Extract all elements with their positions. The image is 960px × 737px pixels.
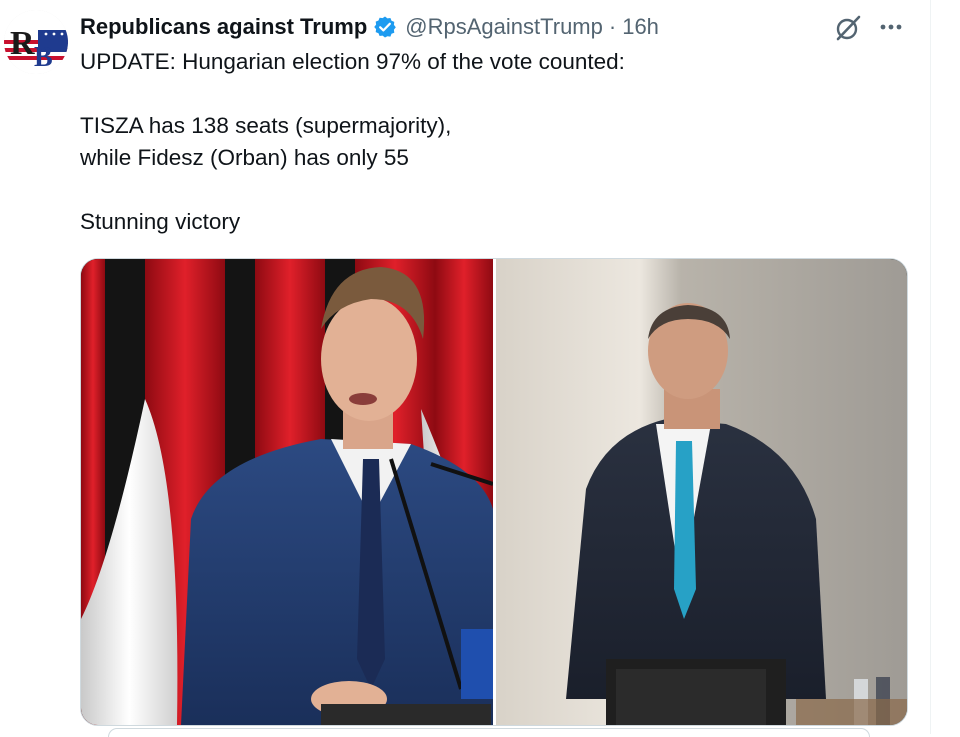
separator-dot: · [608, 14, 617, 39]
timeline-column-border [930, 0, 931, 734]
svg-text:B: B [34, 42, 53, 73]
svg-text:R: R [10, 25, 35, 62]
grok-icon[interactable] [834, 14, 862, 42]
verified-badge-icon[interactable] [373, 15, 397, 39]
post-text-line: while Fidesz (Orban) has only 55 [80, 145, 409, 170]
post-header: Republicans against Trump @RpsAgainstTru… [80, 12, 659, 42]
post-media[interactable] [80, 258, 908, 726]
post-timestamp[interactable]: 16h [622, 14, 659, 40]
avatar-logo: R B [4, 10, 68, 74]
avatar[interactable]: R B [4, 10, 68, 74]
post-text-line: UPDATE: Hungarian election 97% of the vo… [80, 49, 625, 74]
media-photo-left[interactable] [81, 259, 494, 725]
author-handle[interactable]: @RpsAgainstTrump [405, 14, 603, 40]
post-text-line: TISZA has 138 seats (supermajority), [80, 113, 452, 138]
more-options-icon[interactable] [876, 16, 906, 38]
media-photo-right[interactable] [496, 259, 907, 725]
post-text: UPDATE: Hungarian election 97% of the vo… [80, 46, 900, 238]
quoted-card-edge [108, 728, 870, 737]
author-name[interactable]: Republicans against Trump [80, 14, 367, 40]
post-text-line: Stunning victory [80, 209, 241, 234]
